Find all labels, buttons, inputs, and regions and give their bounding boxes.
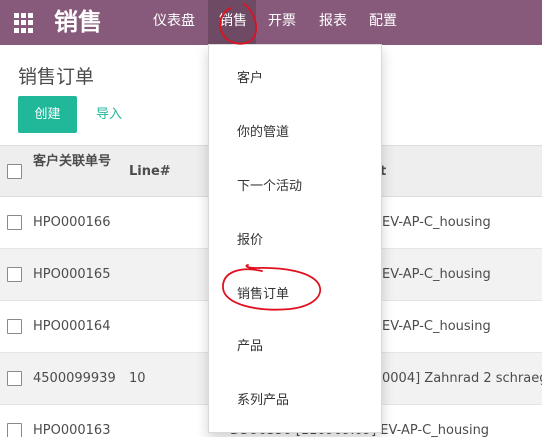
- cell-product: EV-AP-C_housing: [382, 267, 491, 282]
- nav-invoicing[interactable]: 开票: [268, 0, 296, 45]
- page-title: 销售订单: [18, 66, 95, 88]
- cell-customer-ref: HPO000166: [33, 215, 111, 230]
- cell-customer-ref: HPO000165: [33, 267, 111, 282]
- cell-customer-ref: HPO000163: [33, 423, 111, 437]
- menu-item-next-activities[interactable]: 下一个活动: [237, 177, 302, 197]
- menu-item-quotations[interactable]: 报价: [237, 231, 263, 251]
- create-button[interactable]: 创建: [18, 96, 77, 133]
- row-checkbox[interactable]: [7, 423, 22, 437]
- sales-dropdown-menu: 客户 你的管道 下一个活动 报价 销售订单 产品 系列产品: [208, 44, 382, 433]
- cell-customer-ref: HPO000164: [33, 319, 111, 334]
- menu-item-sales-orders[interactable]: 销售订单: [237, 285, 289, 305]
- nav-reporting[interactable]: 报表: [319, 0, 347, 45]
- menu-item-product-variants[interactable]: 系列产品: [237, 391, 289, 411]
- cell-customer-ref: 4500099939: [33, 371, 116, 386]
- row-checkbox[interactable]: [7, 267, 22, 282]
- nav-sales[interactable]: 销售: [208, 0, 256, 45]
- menu-item-pipeline[interactable]: 你的管道: [237, 123, 289, 143]
- row-checkbox[interactable]: [7, 319, 22, 334]
- top-navbar: 销售 仪表盘 销售 开票 报表 配置: [0, 0, 542, 45]
- app-title: 销售: [54, 8, 102, 36]
- cell-line: 10: [129, 371, 146, 386]
- row-checkbox[interactable]: [7, 215, 22, 230]
- nav-configuration[interactable]: 配置: [369, 0, 397, 45]
- nav-dashboard[interactable]: 仪表盘: [153, 0, 195, 45]
- column-header-line[interactable]: Line#: [129, 162, 171, 181]
- apps-grid-icon[interactable]: [14, 13, 34, 33]
- cell-product: EV-AP-C_housing: [382, 319, 491, 334]
- menu-item-products[interactable]: 产品: [237, 337, 263, 357]
- cell-product: EV-AP-C_housing: [382, 215, 491, 230]
- menu-item-customers[interactable]: 客户: [237, 69, 263, 89]
- import-button[interactable]: 导入: [96, 96, 122, 133]
- column-header-customer-ref[interactable]: 客户关联单号: [33, 152, 113, 171]
- cell-product: 0004] Zahnrad 2 schraeg: [382, 371, 542, 386]
- row-checkbox[interactable]: [7, 371, 22, 386]
- select-all-checkbox[interactable]: [7, 164, 22, 179]
